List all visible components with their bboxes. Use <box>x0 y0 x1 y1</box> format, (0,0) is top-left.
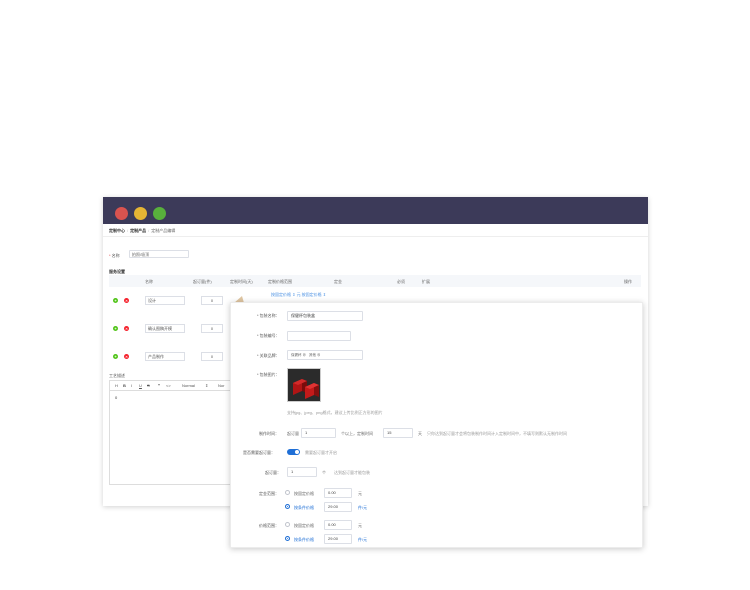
table-row: + × 设计 0 <box>109 295 231 307</box>
service-table-header: 名称 起订量(件) 定制时间(天) 定制价格范围 定金 必须 扩展 操作 <box>109 275 641 287</box>
chevron-down-icon[interactable]: ⇕ <box>205 383 208 388</box>
add-row-icon[interactable]: + <box>113 298 118 303</box>
price-fixed-unit: 元 <box>358 523 362 528</box>
bold-button[interactable]: B <box>123 383 126 388</box>
breadcrumb-current: 定制产品编辑 <box>151 228 176 233</box>
breadcrumb: 定制中心 / 定制产品 / 定制产品编辑 <box>109 228 176 233</box>
pkg-name-input[interactable]: 保健杯包装盒 <box>287 311 363 321</box>
quote-button[interactable]: ❞ <box>158 383 160 388</box>
time-unit: 天 <box>418 431 422 436</box>
italic-button[interactable]: I <box>131 383 132 388</box>
code-button[interactable]: <> <box>166 383 171 388</box>
need-moq-label: 是否需要起订量： <box>243 450 275 455</box>
price-cond-radio[interactable] <box>285 536 290 541</box>
delete-row-icon[interactable]: × <box>124 354 129 359</box>
col-action: 操作 <box>624 279 632 284</box>
heading-button[interactable]: H <box>115 383 118 388</box>
strike-button[interactable]: S <box>147 383 150 388</box>
delete-row-icon[interactable]: × <box>124 326 129 331</box>
row-name-input[interactable]: 产品制作 <box>145 352 185 361</box>
row-name-input[interactable]: 确认图稿开模 <box>145 324 185 333</box>
moq-hint: 达到起订量才能包装 <box>334 470 370 475</box>
deposit-label: 定金范围： <box>259 491 279 496</box>
time-qty-label: 起订量 <box>287 431 299 436</box>
price-select-strip[interactable]: 按固定价格 ⇕ 元 按固定价格 ⇕ <box>271 292 326 298</box>
deposit-cond-label[interactable]: 按条件价格 <box>294 505 314 511</box>
time-days-input[interactable]: 15 <box>383 428 413 438</box>
deposit-cond-unit: 件/元 <box>358 505 368 510</box>
deposit-fixed-unit: 元 <box>358 491 362 496</box>
brand-select[interactable]: 保健杯 ⊗ 其他 ⊗ <box>287 350 363 360</box>
window-titlebar <box>103 197 648 224</box>
col-ext: 扩展 <box>422 279 430 284</box>
img-hint: 支持jpg、jpeg、png格式，建议上传比例正方形的图片 <box>287 410 383 415</box>
deposit-cond-input[interactable]: 29.00 <box>324 502 352 512</box>
deposit-cond-radio[interactable] <box>285 504 290 509</box>
price-label: 价格范围： <box>259 523 279 528</box>
col-name: 名称 <box>145 279 153 284</box>
col-deposit: 定金 <box>334 279 342 284</box>
table-row: + × 产品制作 0 <box>109 351 231 363</box>
price-fixed-label[interactable]: 按固定价格 <box>294 523 314 529</box>
editor-content[interactable]: 0 <box>115 395 117 400</box>
minimize-window-button[interactable] <box>134 207 147 220</box>
underline-button[interactable]: U <box>139 383 142 388</box>
price-cond-label[interactable]: 按条件价格 <box>294 537 314 543</box>
close-window-button[interactable] <box>115 207 128 220</box>
moq-unit: 个 <box>322 470 326 475</box>
price-cond-unit: 件/元 <box>358 537 368 542</box>
brand-chip[interactable]: 其他 ⊗ <box>309 351 320 359</box>
col-time: 定制时间(天) <box>230 279 253 284</box>
delete-row-icon[interactable]: × <box>124 298 129 303</box>
price-fixed-input[interactable]: 0.00 <box>324 520 352 530</box>
row-qty-input[interactable]: 0 <box>201 352 223 361</box>
row-name-input[interactable]: 设计 <box>145 296 185 305</box>
deposit-fixed-label[interactable]: 按固定价格 <box>294 491 314 497</box>
time-hint: 只你达到起订量才会将包装制作时间计入定制时间中，不填写则默认无制作时间 <box>427 431 567 436</box>
add-row-icon[interactable]: + <box>113 326 118 331</box>
table-row: + × 确认图稿开模 0 <box>109 323 231 335</box>
row-qty-input[interactable]: 0 <box>201 296 223 305</box>
col-required: 必须 <box>397 279 405 284</box>
time-mid-text: 个以上，定制时间 <box>341 431 373 436</box>
time-label: 制作时间： <box>259 431 279 436</box>
col-price: 定制价格范围 <box>268 279 292 284</box>
brand-chip[interactable]: 保健杯 ⊗ <box>291 351 306 359</box>
col-moq: 起订量(件) <box>193 279 212 284</box>
pkg-name-label: * 包装名称： <box>257 313 280 318</box>
moq-label: 起订量： <box>265 470 281 475</box>
maximize-window-button[interactable] <box>153 207 166 220</box>
link-label: * 关联品牌： <box>257 353 280 358</box>
pkg-code-input[interactable] <box>287 331 351 341</box>
breadcrumb-product[interactable]: 定制产品 <box>130 228 146 233</box>
pkg-code-label: * 包装编号： <box>257 333 280 338</box>
breadcrumb-home[interactable]: 定制中心 <box>109 228 125 233</box>
row-qty-input[interactable]: 0 <box>201 324 223 333</box>
add-row-icon[interactable]: + <box>113 354 118 359</box>
font-select[interactable]: Nor <box>218 383 224 388</box>
time-qty-input[interactable]: 1 <box>301 428 336 438</box>
price-fixed-radio[interactable] <box>285 522 290 527</box>
price-cond-input[interactable]: 29.00 <box>324 534 352 544</box>
divider <box>103 236 648 237</box>
deposit-fixed-radio[interactable] <box>285 490 290 495</box>
package-image[interactable] <box>287 368 321 402</box>
need-moq-hint: 需要起订量才开启 <box>305 450 337 455</box>
need-moq-toggle[interactable] <box>287 449 300 455</box>
font-size-select[interactable]: Normal <box>182 383 195 388</box>
package-form-popover: * 包装名称： 保健杯包装盒 * 包装编号： * 关联品牌： 保健杯 ⊗ 其他 ⊗… <box>230 302 643 548</box>
name-input[interactable]: 拍照/吸顶 <box>129 250 189 258</box>
img-label: * 包装图片： <box>257 372 280 377</box>
moq-input[interactable]: 1 <box>287 467 317 477</box>
deposit-fixed-input[interactable]: 0.00 <box>324 488 352 498</box>
craft-label: 工艺描述 <box>109 373 125 378</box>
name-label: * 名称 <box>109 253 120 258</box>
